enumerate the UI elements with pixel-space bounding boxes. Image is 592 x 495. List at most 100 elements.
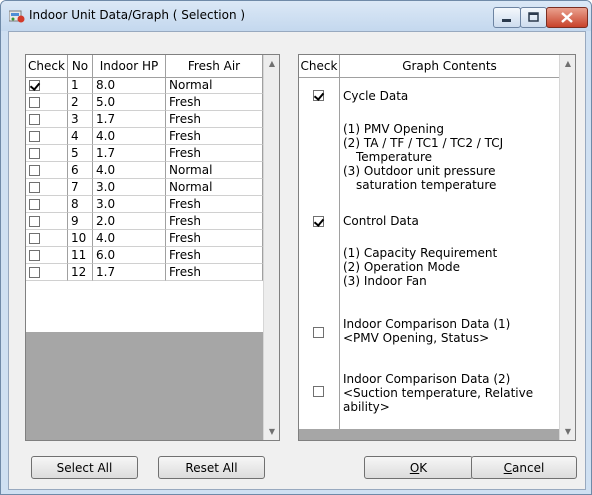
fresh-air-cell: Normal [166, 162, 263, 179]
comparison-1-title: Indoor Comparison Data (1) [343, 317, 511, 331]
table-row[interactable]: 5 1.7 Fresh [26, 145, 263, 162]
row-checkbox[interactable] [29, 199, 40, 210]
check-cell[interactable] [26, 111, 68, 128]
row-checkbox[interactable] [29, 182, 40, 193]
table-row[interactable]: 11 6.0 Fresh [26, 247, 263, 264]
cycle-data-item-3-cont: saturation temperature [356, 178, 497, 192]
row-checkbox[interactable] [29, 148, 40, 159]
table-row[interactable]: 6 4.0 Normal [26, 162, 263, 179]
dialog-window: Indoor Unit Data/Graph ( Selection ) Che… [0, 0, 592, 495]
row-checkbox[interactable] [29, 250, 40, 261]
ok-button[interactable]: OK [364, 456, 473, 479]
header-no[interactable]: No [68, 55, 93, 77]
row-checkbox[interactable] [29, 114, 40, 125]
comparison-2-title: Indoor Comparison Data (2) [343, 372, 511, 386]
no-cell: 7 [68, 179, 93, 196]
header-graph-contents[interactable]: Graph Contents [340, 55, 559, 77]
check-cell[interactable] [26, 247, 68, 264]
row-checkbox[interactable] [29, 165, 40, 176]
right-scrollbar[interactable]: ▲ ▼ [559, 55, 575, 440]
title-bar[interactable]: Indoor Unit Data/Graph ( Selection ) [1, 1, 591, 31]
maximize-icon [528, 12, 539, 22]
no-cell: 5 [68, 145, 93, 162]
row-checkbox[interactable] [29, 80, 40, 91]
table-empty-area [26, 332, 263, 440]
indoor-hp-cell: 1.7 [93, 264, 166, 281]
indoor-hp-cell: 4.0 [93, 162, 166, 179]
cancel-accesskey: C [503, 461, 513, 475]
row-checkbox[interactable] [29, 267, 40, 278]
fresh-air-cell: Fresh [166, 213, 263, 230]
header-indoor-hp[interactable]: Indoor HP [93, 55, 166, 77]
check-cell[interactable] [26, 213, 68, 230]
table-row[interactable]: 12 1.7 Fresh [26, 264, 263, 281]
indoor-hp-cell: 8.0 [93, 77, 166, 94]
indoor-hp-cell: 1.7 [93, 145, 166, 162]
fresh-air-cell: Normal [166, 179, 263, 196]
graph-table-header: Check Graph Contents [299, 55, 559, 78]
no-cell: 3 [68, 111, 93, 128]
table-row[interactable]: 3 1.7 Fresh [26, 111, 263, 128]
check-cell[interactable] [26, 162, 68, 179]
fresh-air-cell: Fresh [166, 128, 263, 145]
indoor-hp-cell: 4.0 [93, 128, 166, 145]
row-checkbox[interactable] [29, 216, 40, 227]
table-row[interactable]: 7 3.0 Normal [26, 179, 263, 196]
check-cell[interactable] [26, 179, 68, 196]
table-row[interactable]: 2 5.0 Fresh [26, 94, 263, 111]
header-check[interactable]: Check [299, 55, 340, 77]
comparison-1-checkbox[interactable] [313, 327, 324, 338]
table-row[interactable]: 10 4.0 Fresh [26, 230, 263, 247]
reset-all-button[interactable]: Reset All [158, 456, 265, 479]
fresh-air-cell: Fresh [166, 264, 263, 281]
table-row[interactable]: 9 2.0 Fresh [26, 213, 263, 230]
row-checkbox[interactable] [29, 97, 40, 108]
scroll-down-icon[interactable]: ▼ [560, 423, 575, 440]
graph-contents-table[interactable]: Check Graph Contents Cycle Data (1) PMV … [298, 54, 576, 441]
no-cell: 11 [68, 247, 93, 264]
select-all-button[interactable]: Select All [31, 456, 138, 479]
check-cell[interactable] [26, 94, 68, 111]
control-data-checkbox[interactable] [313, 216, 324, 227]
cycle-data-title: Cycle Data [343, 89, 409, 103]
table-row[interactable]: 8 3.0 Fresh [26, 196, 263, 213]
maximize-button[interactable] [520, 7, 547, 28]
header-check[interactable]: Check [26, 55, 68, 77]
row-checkbox[interactable] [29, 131, 40, 142]
cycle-data-checkbox[interactable] [313, 90, 324, 101]
comparison-2-checkbox[interactable] [313, 386, 324, 397]
close-button[interactable] [546, 7, 588, 28]
indoor-unit-table[interactable]: Check No Indoor HP Fresh Air 1 8.0 Normal 2… [25, 54, 280, 441]
cancel-button[interactable]: Cancel [471, 456, 577, 479]
no-cell: 12 [68, 264, 93, 281]
check-cell[interactable] [26, 77, 68, 94]
check-cell[interactable] [26, 230, 68, 247]
window-title: Indoor Unit Data/Graph ( Selection ) [29, 8, 246, 22]
fresh-air-cell: Fresh [166, 145, 263, 162]
table-row[interactable]: 1 8.0 Normal [26, 77, 263, 94]
scroll-down-icon[interactable]: ▼ [264, 423, 279, 440]
row-checkbox[interactable] [29, 233, 40, 244]
header-fresh-air[interactable]: Fresh Air [166, 55, 263, 77]
fresh-air-cell: Fresh [166, 94, 263, 111]
table-row[interactable]: 4 4.0 Fresh [26, 128, 263, 145]
comparison-2-detail: <Suction temperature, Relative [343, 386, 534, 400]
no-cell: 1 [68, 77, 93, 94]
indoor-hp-cell: 5.0 [93, 94, 166, 111]
no-cell: 8 [68, 196, 93, 213]
scroll-up-icon[interactable]: ▲ [560, 55, 575, 72]
cycle-data-item-2: (2) TA / TF / TC1 / TC2 / TCJ [343, 136, 504, 150]
left-scrollbar[interactable]: ▲ ▼ [263, 55, 279, 440]
check-cell[interactable] [26, 128, 68, 145]
check-cell[interactable] [26, 196, 68, 213]
indoor-hp-cell: 3.0 [93, 179, 166, 196]
control-data-item-2: (2) Operation Mode [343, 260, 461, 274]
check-cell[interactable] [26, 264, 68, 281]
app-icon [9, 10, 25, 23]
check-cell[interactable] [26, 145, 68, 162]
no-cell: 10 [68, 230, 93, 247]
ok-label-rest: K [419, 461, 428, 475]
minimize-button[interactable] [493, 7, 521, 28]
scroll-up-icon[interactable]: ▲ [264, 55, 279, 72]
control-data-item-1: (1) Capacity Requirement [343, 246, 498, 260]
